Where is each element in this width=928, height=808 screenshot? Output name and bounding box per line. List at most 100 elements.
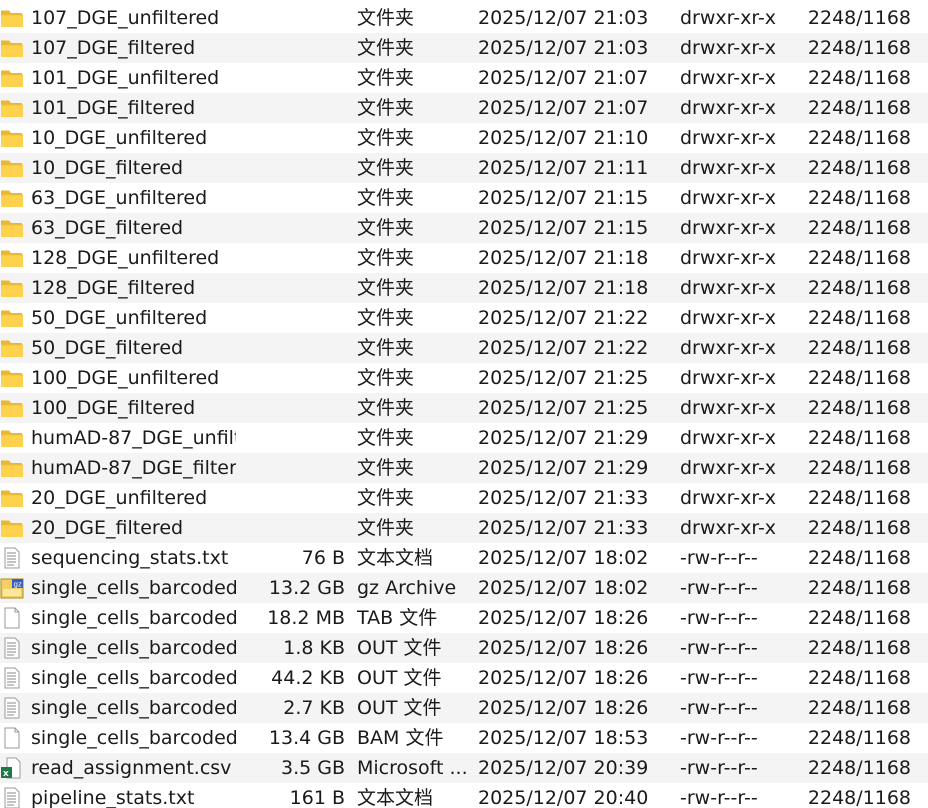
icon-cell [0, 333, 26, 363]
icon-cell [0, 633, 26, 663]
modified-date: 2025/12/07 21:29 [478, 427, 649, 449]
file-row[interactable]: single_cells_barcoded... 1.8 KB OUT 文件 2025… [0, 633, 928, 663]
file-type: 文件夹 [357, 247, 415, 269]
file-name: read_assignment.csv [31, 757, 232, 779]
owner-group: 2248/1168 [807, 637, 911, 659]
permissions: drwxr-xr-x [680, 427, 777, 449]
file-name: 20_DGE_filtered [31, 517, 184, 539]
permissions: drwxr-xr-x [680, 247, 777, 269]
permissions: drwxr-xr-x [680, 367, 777, 389]
icon-cell [0, 303, 26, 333]
folder-row[interactable]: 107_DGE_filtered 文件夹 2025/12/07 21:03 drwxr… [0, 33, 928, 63]
file-type: 文件夹 [357, 487, 415, 509]
file-name: 101_DGE_filtered [31, 97, 196, 119]
file-row[interactable]: single_cells_barcoded... 2.7 KB OUT 文件 2025… [0, 693, 928, 723]
folder-row[interactable]: humAD-87_DGE_unfilt... 文件夹 2025/12/07 21:2… [0, 423, 928, 453]
file-type: 文件夹 [357, 157, 415, 179]
folder-row[interactable]: 101_DGE_filtered 文件夹 2025/12/07 21:07 drwxr… [0, 93, 928, 123]
folder-row[interactable]: 10_DGE_filtered 文件夹 2025/12/07 21:11 drwxr-… [0, 153, 928, 183]
folder-row[interactable]: 50_DGE_filtered 文件夹 2025/12/07 21:22 drwxr-… [0, 333, 928, 363]
file-size [238, 393, 345, 423]
modified-date: 2025/12/07 18:53 [478, 727, 649, 749]
icon-cell [0, 213, 26, 243]
owner-group: 2248/1168 [807, 697, 911, 719]
file-row[interactable]: single_cells_barcoded... 18.2 MB TAB 文件 202… [0, 603, 928, 633]
permissions: drwxr-xr-x [680, 37, 777, 59]
file-size: 3.5 GB [280, 757, 345, 779]
text-file-icon [0, 697, 24, 719]
owner-group: 2248/1168 [807, 457, 911, 479]
folder-icon [0, 67, 24, 89]
permissions: drwxr-xr-x [680, 187, 777, 209]
file-row[interactable]: gz single_cells_barcoded... 13.2 GB gz Arch… [0, 573, 928, 603]
modified-date: 2025/12/07 18:26 [478, 637, 649, 659]
modified-date: 2025/12/07 21:03 [478, 7, 649, 29]
owner-group: 2248/1168 [807, 727, 911, 749]
owner-group: 2248/1168 [807, 307, 911, 329]
modified-date: 2025/12/07 21:07 [478, 97, 649, 119]
file-size [238, 33, 345, 63]
folder-row[interactable]: 20_DGE_unfiltered 文件夹 2025/12/07 21:33 drwx… [0, 483, 928, 513]
folder-row[interactable]: 63_DGE_filtered 文件夹 2025/12/07 21:15 drwxr-… [0, 213, 928, 243]
folder-row[interactable]: 107_DGE_unfiltered 文件夹 2025/12/07 21:03 drw… [0, 3, 928, 33]
permissions: -rw-r--r-- [680, 547, 758, 569]
owner-group: 2248/1168 [807, 577, 911, 599]
modified-date: 2025/12/07 18:02 [478, 547, 649, 569]
file-name: pipeline_stats.txt [31, 787, 195, 808]
file-type: 文件夹 [357, 7, 415, 29]
icon-cell [0, 393, 26, 423]
folder-row[interactable]: 100_DGE_filtered 文件夹 2025/12/07 21:25 drwxr… [0, 393, 928, 423]
owner-group: 2248/1168 [807, 757, 911, 779]
folder-row[interactable]: 63_DGE_unfiltered 文件夹 2025/12/07 21:15 drwx… [0, 183, 928, 213]
folder-icon [0, 187, 24, 209]
folder-row[interactable]: 50_DGE_unfiltered 文件夹 2025/12/07 21:22 drwx… [0, 303, 928, 333]
folder-row[interactable]: 128_DGE_filtered 文件夹 2025/12/07 21:18 drwxr… [0, 273, 928, 303]
file-type: 文件夹 [357, 67, 415, 89]
file-type: 文件夹 [357, 37, 415, 59]
file-name: single_cells_barcoded... [31, 607, 236, 629]
file-name: 128_DGE_filtered [31, 277, 196, 299]
modified-date: 2025/12/07 21:25 [478, 367, 649, 389]
file-row[interactable]: single_cells_barcoded... 44.2 KB OUT 文件 202… [0, 663, 928, 693]
folder-row[interactable]: 101_DGE_unfiltered 文件夹 2025/12/07 21:07 drw… [0, 63, 928, 93]
icon-cell [0, 123, 26, 153]
file-name: 10_DGE_filtered [31, 157, 184, 179]
folder-row[interactable]: 10_DGE_unfiltered 文件夹 2025/12/07 21:10 drwx… [0, 123, 928, 153]
file-size: 44.2 KB [271, 667, 345, 689]
icon-cell [0, 663, 26, 693]
folder-icon [0, 7, 24, 29]
modified-date: 2025/12/07 20:40 [478, 787, 649, 808]
file-size [238, 123, 345, 153]
file-row[interactable]: x read_assignment.csv 3.5 GB Microsoft ... 2… [0, 753, 928, 783]
file-size [238, 453, 345, 483]
file-row[interactable]: pipeline_stats.txt 161 B 文本文档 2025/12/07 20… [0, 783, 928, 808]
folder-icon [0, 367, 24, 389]
modified-date: 2025/12/07 21:22 [478, 307, 649, 329]
modified-date: 2025/12/07 18:26 [478, 697, 649, 719]
file-row[interactable]: sequencing_stats.txt 76 B 文本文档 2025/12/07 1… [0, 543, 928, 573]
icon-cell [0, 693, 26, 723]
modified-date: 2025/12/07 18:26 [478, 607, 649, 629]
file-size: 76 B [301, 547, 345, 569]
owner-group: 2248/1168 [807, 607, 911, 629]
folder-row[interactable]: humAD-87_DGE_filter... 文件夹 2025/12/07 21:2… [0, 453, 928, 483]
file-row[interactable]: single_cells_barcoded... 13.4 GB BAM 文件 202… [0, 723, 928, 753]
permissions: -rw-r--r-- [680, 787, 758, 808]
folder-icon [0, 217, 24, 239]
folder-icon [0, 127, 24, 149]
permissions: -rw-r--r-- [680, 637, 758, 659]
file-type: 文件夹 [357, 397, 415, 419]
file-type: OUT 文件 [357, 637, 442, 659]
blank-file-icon [0, 727, 24, 749]
modified-date: 2025/12/07 21:22 [478, 337, 649, 359]
folder-row[interactable]: 100_DGE_unfiltered 文件夹 2025/12/07 21:25 drw… [0, 363, 928, 393]
owner-group: 2248/1168 [807, 397, 911, 419]
icon-cell [0, 93, 26, 123]
permissions: drwxr-xr-x [680, 97, 777, 119]
file-name: single_cells_barcoded... [31, 667, 236, 689]
owner-group: 2248/1168 [807, 277, 911, 299]
folder-row[interactable]: 128_DGE_unfiltered 文件夹 2025/12/07 21:18 drw… [0, 243, 928, 273]
folder-row[interactable]: 20_DGE_filtered 文件夹 2025/12/07 21:33 drwxr-… [0, 513, 928, 543]
file-size: 1.8 KB [283, 637, 345, 659]
permissions: drwxr-xr-x [680, 67, 777, 89]
